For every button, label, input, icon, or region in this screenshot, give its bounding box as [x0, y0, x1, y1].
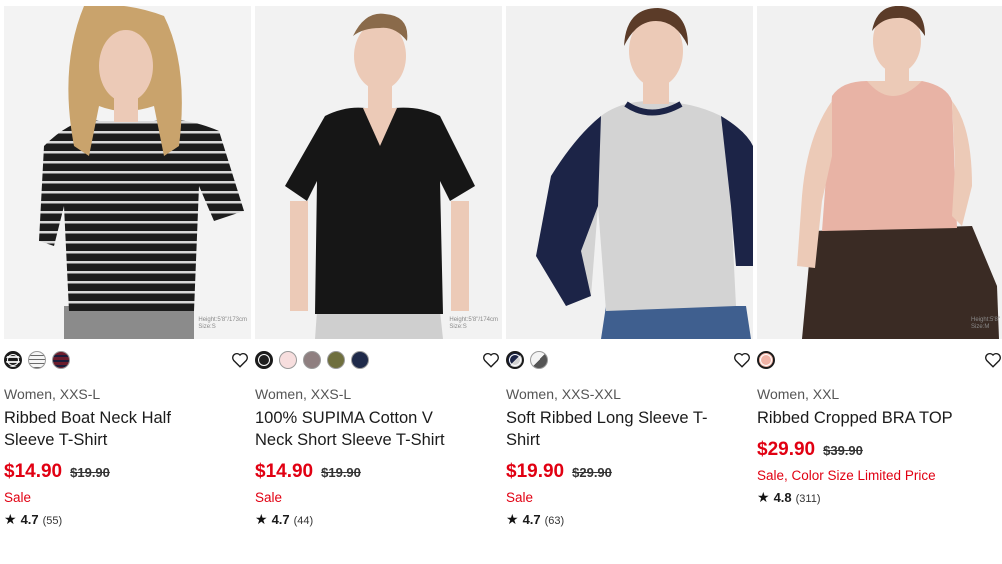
product-card[interactable]: Height:5'8"/174cm Size:S Women, XXS-L 10… [255, 0, 502, 528]
model-size-note: Height:5'8"/174cm Size:S [449, 317, 498, 331]
review-count: (311) [795, 493, 821, 505]
product-title-line-1: Ribbed Boat Neck Half [4, 409, 171, 427]
product-title-line-2: Sleeve T-Shirt [4, 431, 108, 449]
color-swatches-row [255, 347, 502, 377]
star-icon: ★ [255, 511, 268, 527]
sale-price: $14.90 [4, 461, 63, 482]
product-grid: Height:5'8"/173cm Size:S Women, XXS-L Ri… [0, 0, 1002, 564]
product-gender-size: Women, XXS-L [255, 386, 352, 402]
price-row: $29.90 $39.90 [757, 439, 1002, 463]
color-swatches-row [757, 347, 1002, 377]
product-gender-size: Women, XXL [757, 386, 840, 402]
swatch-stripe-black[interactable] [4, 351, 22, 369]
swatch-black[interactable] [255, 351, 273, 369]
product-title-line-1: 100% SUPIMA Cotton V [255, 409, 433, 427]
promo-label: Sale [4, 490, 32, 505]
color-swatches [255, 351, 369, 369]
star-icon: ★ [506, 511, 519, 527]
wishlist-heart-icon[interactable] [482, 351, 500, 369]
rating-row: ★ 4.7 (63) [506, 511, 753, 528]
swatch-raglan-gray[interactable] [530, 351, 548, 369]
sale-price: $19.90 [506, 461, 565, 482]
model-size-note: Height:5'8" Size:M [971, 317, 1000, 331]
rating-row: ★ 4.7 (44) [255, 511, 502, 528]
wishlist-heart-icon[interactable] [231, 351, 249, 369]
rating-row: ★ 4.8 (311) [757, 489, 1002, 506]
model-size: Size:S [449, 324, 467, 330]
review-count: (63) [544, 515, 565, 527]
rating-value: 4.8 [773, 490, 792, 505]
product-card[interactable]: Height:5'8"/173cm Size:S Women, XXS-L Ri… [4, 0, 251, 528]
product-image[interactable] [506, 6, 753, 339]
rating-row: ★ 4.7 (55) [4, 511, 251, 528]
promo-label: Sale [255, 490, 283, 505]
price-row: $14.90 $19.90 [255, 461, 502, 485]
color-swatches [506, 351, 548, 369]
color-swatches [4, 351, 70, 369]
product-title[interactable]: Soft Ribbed Long Sleeve T- Shirt [506, 407, 753, 451]
product-title[interactable]: Ribbed Boat Neck Half Sleeve T-Shirt [4, 407, 251, 451]
wishlist-heart-icon[interactable] [984, 351, 1002, 369]
review-count: (55) [42, 515, 63, 527]
swatch-olive[interactable] [327, 351, 345, 369]
promo-label: Sale, Color Size Limited Price [757, 468, 936, 483]
swatch-pink[interactable] [279, 351, 297, 369]
swatch-navy[interactable] [351, 351, 369, 369]
product-title[interactable]: 100% SUPIMA Cotton V Neck Short Sleeve T… [255, 407, 502, 451]
sale-price: $14.90 [255, 461, 314, 482]
rating-value: 4.7 [271, 512, 290, 527]
color-swatches-row [4, 347, 251, 377]
product-title-line-1: Ribbed Cropped BRA TOP [757, 409, 953, 427]
model-height: Height:5'8"/174cm [449, 317, 498, 323]
original-price: $39.90 [823, 443, 863, 458]
product-image[interactable]: Height:5'8"/173cm Size:S [4, 6, 251, 339]
original-price: $19.90 [321, 465, 361, 480]
rating-value: 4.7 [522, 512, 541, 527]
product-image[interactable]: Height:5'8" Size:M [757, 6, 1002, 339]
product-title-line-1: Soft Ribbed Long Sleeve T- [506, 409, 708, 427]
original-price: $29.90 [572, 465, 612, 480]
price-row: $19.90 $29.90 [506, 461, 753, 485]
price-row: $14.90 $19.90 [4, 461, 251, 485]
model-height: Height:5'8"/173cm [198, 317, 247, 323]
swatch-mauve[interactable] [303, 351, 321, 369]
model-size: Size:M [971, 324, 990, 330]
sale-price: $29.90 [757, 439, 816, 460]
original-price: $19.90 [70, 465, 110, 480]
color-swatches-row [506, 347, 753, 377]
swatch-stripe-wine[interactable] [52, 351, 70, 369]
rating-value: 4.7 [20, 512, 39, 527]
product-gender-size: Women, XXS-L [4, 386, 101, 402]
product-card[interactable]: Women, XXS-XXL Soft Ribbed Long Sleeve T… [506, 0, 753, 528]
product-gender-size: Women, XXS-XXL [506, 386, 621, 402]
star-icon: ★ [4, 511, 17, 527]
model-height: Height:5'8" [971, 317, 1000, 323]
swatch-raglan-navy[interactable] [506, 351, 524, 369]
product-image[interactable]: Height:5'8"/174cm Size:S [255, 6, 502, 339]
product-card[interactable]: Height:5'8" Size:M Women, XXL Ribbed Cro… [757, 0, 1002, 506]
wishlist-heart-icon[interactable] [733, 351, 751, 369]
model-size: Size:S [198, 324, 216, 330]
product-title-line-2: Shirt [506, 431, 540, 449]
model-size-note: Height:5'8"/173cm Size:S [198, 317, 247, 331]
review-count: (44) [293, 515, 314, 527]
product-title-line-2: Neck Short Sleeve T-Shirt [255, 431, 445, 449]
color-swatches [757, 351, 775, 369]
star-icon: ★ [757, 489, 770, 505]
swatch-pink[interactable] [757, 351, 775, 369]
promo-label: Sale [506, 490, 534, 505]
swatch-stripe-white[interactable] [28, 351, 46, 369]
